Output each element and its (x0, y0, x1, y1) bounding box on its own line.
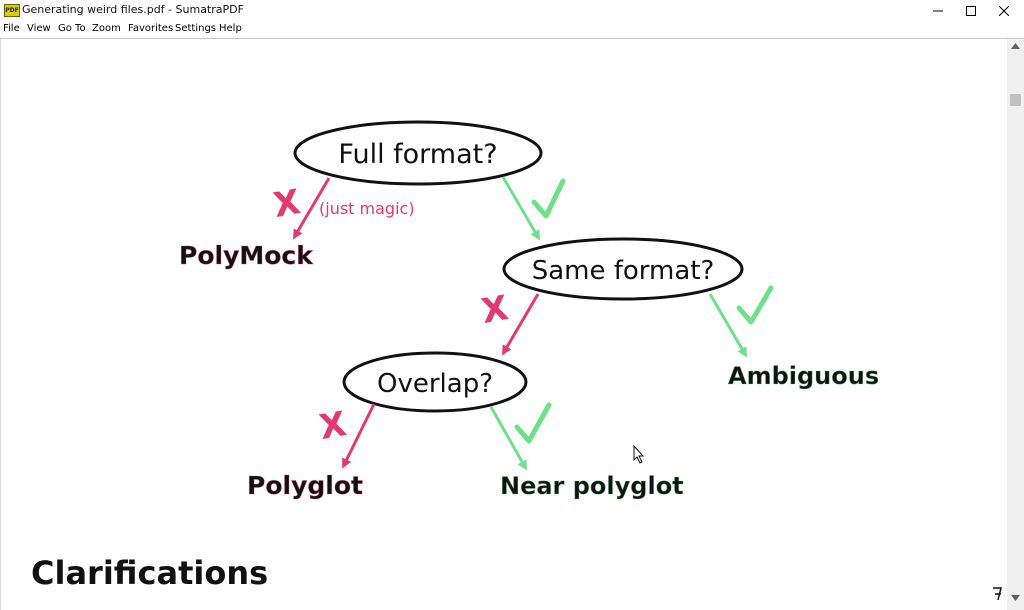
node-overlap-label: Overlap? (377, 369, 493, 399)
node-same-format-label: Same format? (532, 256, 715, 286)
menu-goto[interactable]: Go To (58, 23, 86, 34)
menu-settings[interactable]: Settings (175, 23, 216, 34)
check-icon-2 (736, 285, 774, 325)
outcome-polymock: PolyMock (179, 241, 314, 270)
close-button[interactable] (987, 0, 1021, 22)
decision-tree-diagram: Full format? Same format? Overlap? X X X… (31, 120, 1002, 601)
menu-favorites[interactable]: Favorites (128, 23, 173, 34)
vertical-scrollbar[interactable] (1007, 39, 1024, 610)
page-heading: Clarifications (31, 554, 268, 592)
sumatrapdf-app-icon: PDF (4, 4, 20, 17)
menu-bar: File View Go To Zoom Favorites Settings … (0, 22, 1024, 38)
page-corner-icon (993, 587, 1002, 601)
scroll-down-arrow-icon[interactable] (1011, 595, 1020, 601)
maximize-icon (966, 6, 976, 16)
no-mark-3: X (316, 404, 349, 448)
arrow-full-to-same (501, 176, 541, 241)
close-icon (999, 6, 1009, 16)
menu-file[interactable]: File (3, 23, 20, 34)
scrollbar-thumb[interactable] (1010, 94, 1021, 106)
outcome-ambiguous: Ambiguous (728, 362, 879, 390)
mouse-cursor-icon (633, 444, 645, 464)
menu-help[interactable]: Help (219, 23, 242, 34)
no-mark-1: X (270, 182, 303, 226)
no-mark-2: X (478, 288, 511, 332)
check-icon-1 (531, 178, 566, 219)
arrow-overlap-to-polyglot (342, 403, 376, 469)
minimize-icon (933, 10, 943, 12)
outcome-polyglot: Polyglot (247, 471, 363, 500)
node-full-format-label: Full format? (338, 139, 497, 170)
arrow-same-to-ambiguous (708, 293, 748, 358)
menu-zoom[interactable]: Zoom (92, 23, 121, 34)
arrow-overlap-to-near-polyglot (489, 406, 527, 471)
check-icon-3 (514, 402, 552, 444)
menu-view[interactable]: View (27, 23, 51, 34)
window-title: Generating weird files.pdf - SumatraPDF (22, 3, 244, 16)
document-canvas[interactable]: Full format? Same format? Overlap? X X X… (0, 39, 1007, 610)
minimize-button[interactable] (921, 0, 955, 22)
title-bar: PDF Generating weird files.pdf - Sumatra… (0, 0, 1024, 22)
outcome-near-polyglot: Near polyglot (500, 472, 684, 500)
maximize-button[interactable] (954, 0, 988, 22)
note-just-magic: (just magic) (319, 199, 415, 218)
scroll-up-arrow-icon[interactable] (1011, 43, 1020, 49)
